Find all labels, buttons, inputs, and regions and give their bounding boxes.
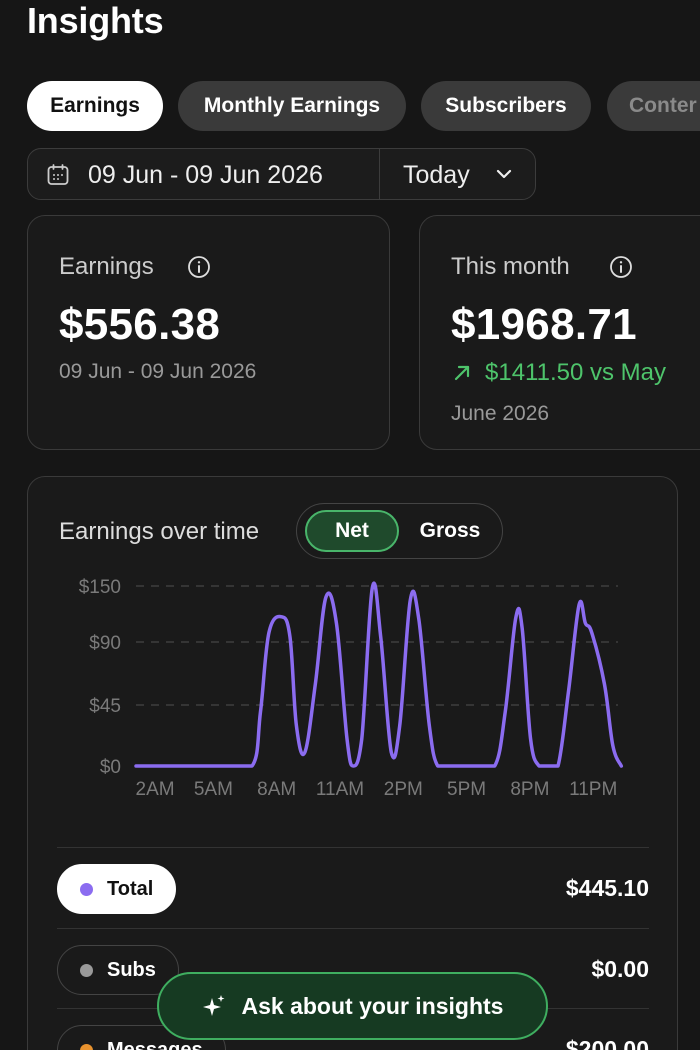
y-tick-label: $0: [100, 757, 121, 778]
breakdown-value: $200.00: [565, 1036, 649, 1050]
breakdown-value: $445.10: [565, 875, 649, 901]
x-tick-label: 2AM: [136, 779, 175, 800]
this-month-label: This month: [451, 253, 570, 280]
this-month-delta-text: $1411.50 vs May: [485, 359, 666, 386]
earnings-card-label: Earnings: [59, 253, 154, 280]
ask-insights-button[interactable]: Ask about your insights: [157, 972, 548, 1040]
this-month-period: June 2026: [451, 402, 550, 425]
ask-insights-label: Ask about your insights: [241, 992, 504, 1019]
breakdown-row-total: Total $445.10: [57, 847, 649, 927]
legend-dot: [80, 1043, 93, 1050]
this-month-card: This month $1968.71 $1411.50 vs May June…: [419, 215, 700, 450]
breakdown-value: $0.00: [591, 956, 649, 982]
legend-dot: [80, 963, 93, 977]
earnings-chart-card: Earnings over time Net Gross $0 $45 $90 $15…: [27, 476, 678, 1050]
date-filter: 09 Jun - 09 Jun 2026 Today: [27, 148, 536, 200]
earnings-card: Earnings $556.38 09 Jun - 09 Jun 2026: [27, 215, 390, 450]
x-tick-label: 5AM: [194, 779, 233, 800]
tab-subscribers[interactable]: Subscribers: [421, 81, 591, 131]
breakdown-label: Total: [107, 877, 154, 900]
date-range-button[interactable]: 09 Jun - 09 Jun 2026: [88, 161, 323, 190]
date-filter-divider: [379, 149, 380, 199]
x-tick-label: 2PM: [384, 779, 423, 800]
x-tick-label: 8PM: [510, 779, 549, 800]
x-tick-label: 8AM: [257, 779, 296, 800]
tab-content[interactable]: Conter: [607, 81, 700, 131]
y-tick-label: $45: [89, 696, 121, 717]
earnings-amount: $556.38: [59, 300, 221, 349]
this-month-delta: $1411.50 vs May: [453, 359, 666, 387]
info-icon[interactable]: [609, 255, 633, 279]
info-icon[interactable]: [187, 255, 211, 279]
calendar-icon: [47, 164, 69, 185]
x-tick-label: 5PM: [447, 779, 486, 800]
legend-dot: [80, 882, 93, 896]
earnings-series-line: [134, 581, 624, 768]
breakdown-label: Subs: [107, 958, 156, 981]
this-month-amount: $1968.71: [451, 300, 637, 349]
x-tick-label: 11PM: [569, 779, 617, 800]
period-select[interactable]: Today: [403, 161, 470, 190]
y-tick-label: $150: [79, 577, 121, 598]
y-tick-label: $90: [89, 633, 121, 654]
breakdown-label: Messages: [107, 1038, 203, 1050]
breakdown-pill-total[interactable]: Total: [57, 864, 177, 914]
arrow-up-right-icon: [454, 365, 470, 381]
tab-earnings[interactable]: Earnings: [27, 81, 163, 131]
breakdown-pill-subs[interactable]: Subs: [57, 945, 179, 995]
tab-bar: Earnings Monthly Earnings Subscribers Co…: [27, 81, 700, 131]
page-title: Insights: [27, 0, 164, 41]
sparkle-icon: [202, 995, 224, 1016]
tab-monthly-earnings[interactable]: Monthly Earnings: [178, 81, 406, 131]
earnings-line-chart: $0 $45 $90 $150 2AM 5AM 8AM 11AM 2PM 5PM 8PM 11PM: [79, 577, 624, 800]
x-tick-label: 11AM: [316, 779, 364, 800]
earnings-range: 09 Jun - 09 Jun 2026: [59, 360, 257, 383]
chevron-down-icon[interactable]: [496, 167, 512, 181]
